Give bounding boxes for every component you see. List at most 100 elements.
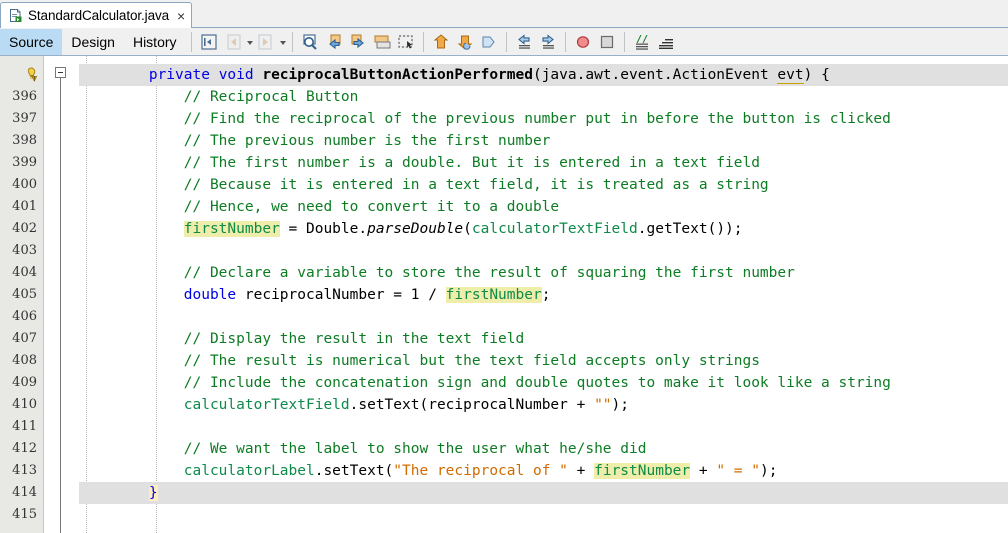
line-number: 400	[12, 177, 37, 192]
code-editor[interactable]: 394 ! 396 397 398 399 400 401 402 403 404 405 406 4…	[0, 56, 1008, 533]
line-number: 412	[12, 441, 37, 456]
line-number: 401	[12, 199, 37, 214]
code-token: private	[148, 67, 210, 83]
code-token: // Include the concatenation sign and do…	[183, 375, 891, 391]
code-line[interactable]: // The previous number is the first numb…	[79, 130, 1008, 152]
code-token: = Double.	[279, 221, 368, 237]
code-line[interactable]	[79, 416, 1008, 438]
tab-source[interactable]: Source	[0, 28, 63, 55]
code-line[interactable]: // Because it is entered in a text field…	[79, 174, 1008, 196]
code-text-area[interactable]: private void reciprocalButtonActionPerfo…	[79, 56, 1008, 533]
line-number: 410	[12, 397, 37, 412]
code-line[interactable]	[79, 240, 1008, 262]
svg-text://: //	[636, 34, 648, 45]
back-dropdown-chevron-down-icon[interactable]	[245, 32, 254, 52]
code-token: firstNumber	[445, 287, 542, 303]
code-token: ) {	[803, 67, 830, 83]
toggle-bookmark-icon[interactable]	[478, 31, 500, 53]
toolbar-separator	[623, 31, 625, 52]
code-line[interactable]: // Display the result in the text field	[79, 328, 1008, 350]
code-line[interactable]: // Hence, we need to convert it to a dou…	[79, 196, 1008, 218]
code-line[interactable]: calculatorTextField.setText(reciprocalNu…	[79, 394, 1008, 416]
code-line[interactable]: // The first number is a double. But it …	[79, 152, 1008, 174]
uncomment-icon[interactable]	[655, 31, 677, 53]
code-token: calculatorTextField	[183, 397, 350, 413]
code-token: (java.awt.event.ActionEvent	[532, 67, 778, 83]
line-number: 415	[12, 507, 37, 522]
stop-macro-recording-icon[interactable]	[596, 31, 618, 53]
editor-toolbar: Source Design History //	[0, 28, 1008, 56]
toolbar-separator	[564, 31, 566, 52]
comment-icon[interactable]: //	[631, 31, 653, 53]
code-line[interactable]	[79, 306, 1008, 328]
code-token: parseDouble	[367, 221, 464, 237]
forward-dropdown-chevron-down-icon[interactable]	[278, 32, 287, 52]
code-token: double	[183, 287, 237, 303]
code-line[interactable]: // The result is numerical but the text …	[79, 350, 1008, 372]
shift-line-left-icon[interactable]	[513, 31, 535, 53]
editor-tab-label: StandardCalculator.java	[28, 8, 170, 23]
toggle-rectangular-selection-icon[interactable]	[395, 31, 417, 53]
code-token: calculatorTextField	[471, 221, 638, 237]
code-line[interactable]: // Reciprocal Button	[79, 86, 1008, 108]
toggle-search-highlight-icon[interactable]	[371, 31, 393, 53]
tab-history[interactable]: History	[124, 29, 186, 55]
code-line[interactable]: firstNumber = Double.parseDouble(calcula…	[79, 218, 1008, 240]
code-token: (	[463, 221, 472, 237]
editor-tab-standardcalculator[interactable]: StandardCalculator.java ×	[0, 2, 193, 28]
line-number: 396	[12, 89, 37, 104]
line-number: 406	[12, 309, 37, 324]
code-token: firstNumber	[183, 221, 280, 237]
code-token: +	[567, 463, 595, 479]
line-number: 411	[12, 419, 37, 434]
code-line[interactable]: // Include the concatenation sign and do…	[79, 372, 1008, 394]
tab-design[interactable]: Design	[62, 29, 124, 55]
code-line[interactable]: // Declare a variable to store the resul…	[79, 262, 1008, 284]
find-next-icon[interactable]	[347, 31, 369, 53]
code-line[interactable]: double reciprocalNumber = 1 / firstNumbe…	[79, 284, 1008, 306]
last-edit-icon[interactable]	[198, 31, 220, 53]
back-icon[interactable]	[222, 31, 244, 53]
code-token: +	[690, 463, 717, 479]
code-token: );	[611, 397, 630, 413]
line-number: 408	[12, 353, 37, 368]
code-line[interactable]: calculatorLabel.setText("The reciprocal …	[79, 460, 1008, 482]
lightbulb-warning-icon[interactable]: !	[24, 67, 40, 83]
line-number: 404	[12, 265, 37, 280]
code-token: // The result is numerical but the text …	[183, 353, 760, 369]
code-line[interactable]: // Find the reciprocal of the previous n…	[79, 108, 1008, 130]
code-token: // Because it is entered in a text field…	[183, 177, 769, 193]
line-number: 402	[12, 221, 37, 236]
fold-range-line	[60, 78, 61, 533]
previous-bookmark-icon[interactable]	[430, 31, 452, 53]
line-number: 409	[12, 375, 37, 390]
code-token: evt	[777, 67, 804, 84]
forward-icon[interactable]	[255, 31, 277, 53]
start-macro-recording-icon[interactable]	[572, 31, 594, 53]
collapse-fold-icon[interactable]	[55, 67, 66, 78]
find-selection-icon[interactable]	[299, 31, 321, 53]
close-icon[interactable]: ×	[177, 9, 185, 23]
code-line[interactable]: // We want the label to show the user wh…	[79, 438, 1008, 460]
code-line[interactable]: }	[79, 482, 1008, 504]
next-bookmark-icon[interactable]	[454, 31, 476, 53]
code-token: // Hence, we need to convert it to a dou…	[183, 199, 560, 215]
find-previous-icon[interactable]	[323, 31, 345, 53]
code-token: .setText(	[314, 463, 394, 479]
shift-line-right-icon[interactable]	[537, 31, 559, 53]
code-token: // The previous number is the first numb…	[183, 133, 551, 149]
code-line[interactable]: private void reciprocalButtonActionPerfo…	[79, 64, 1008, 86]
code-line[interactable]	[79, 504, 1008, 526]
code-token: ""	[594, 397, 612, 413]
code-token: firstNumber	[594, 463, 691, 479]
code-token: .getText());	[637, 221, 743, 237]
line-number-partial: 394	[0, 56, 37, 64]
line-number: 413	[12, 463, 37, 478]
